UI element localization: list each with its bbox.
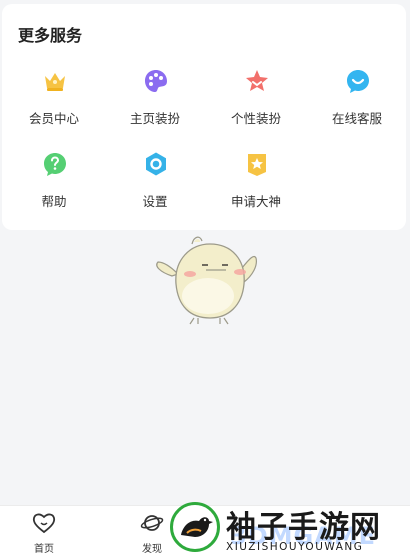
watermark-subtitle: XIUZISHOUYOUWANG	[226, 541, 364, 553]
service-label: 个性装扮	[230, 111, 281, 126]
service-label: 申请大神	[230, 194, 281, 209]
site-watermark: 3DMGAME 袖子手游网 XIUZISHOUYOUWANG	[168, 500, 410, 559]
planet-icon	[140, 515, 164, 531]
more-services-card: 更多服务 会员中心 主页装扮 个性装扮 在线客服 帮助 设置 申请大神	[2, 4, 406, 230]
tab-home[interactable]: 首页	[4, 506, 84, 560]
crown-icon	[45, 73, 65, 91]
help-icon	[44, 153, 66, 176]
settings-icon	[146, 152, 166, 176]
service-label: 在线客服	[331, 111, 382, 126]
service-label: 主页装扮	[129, 111, 180, 126]
service-apply-master[interactable]: 申请大神	[206, 151, 306, 221]
chat-smile-icon	[347, 70, 369, 93]
service-label: 设置	[142, 194, 168, 209]
service-personal-decor[interactable]: 个性装扮	[206, 68, 306, 138]
service-settings[interactable]: 设置	[105, 151, 205, 221]
section-title: 更多服务	[18, 26, 83, 45]
bird-logo-icon	[181, 517, 213, 537]
service-label: 帮助	[41, 194, 67, 209]
service-online-support[interactable]: 在线客服	[307, 68, 407, 138]
watermark-title: 袖子手游网	[226, 510, 381, 545]
mascot-illustration	[156, 236, 257, 325]
badge-star-icon	[248, 154, 266, 176]
service-member-center[interactable]: 会员中心	[4, 68, 104, 138]
watermark-logo	[170, 502, 220, 552]
palette-icon	[145, 70, 167, 92]
heart-home-icon	[32, 513, 56, 534]
service-home-decor[interactable]: 主页装扮	[105, 68, 205, 138]
service-help[interactable]: 帮助	[4, 151, 104, 221]
star-decor-icon	[246, 70, 268, 91]
tab-label: 首页	[34, 544, 54, 555]
service-label: 会员中心	[28, 111, 79, 126]
